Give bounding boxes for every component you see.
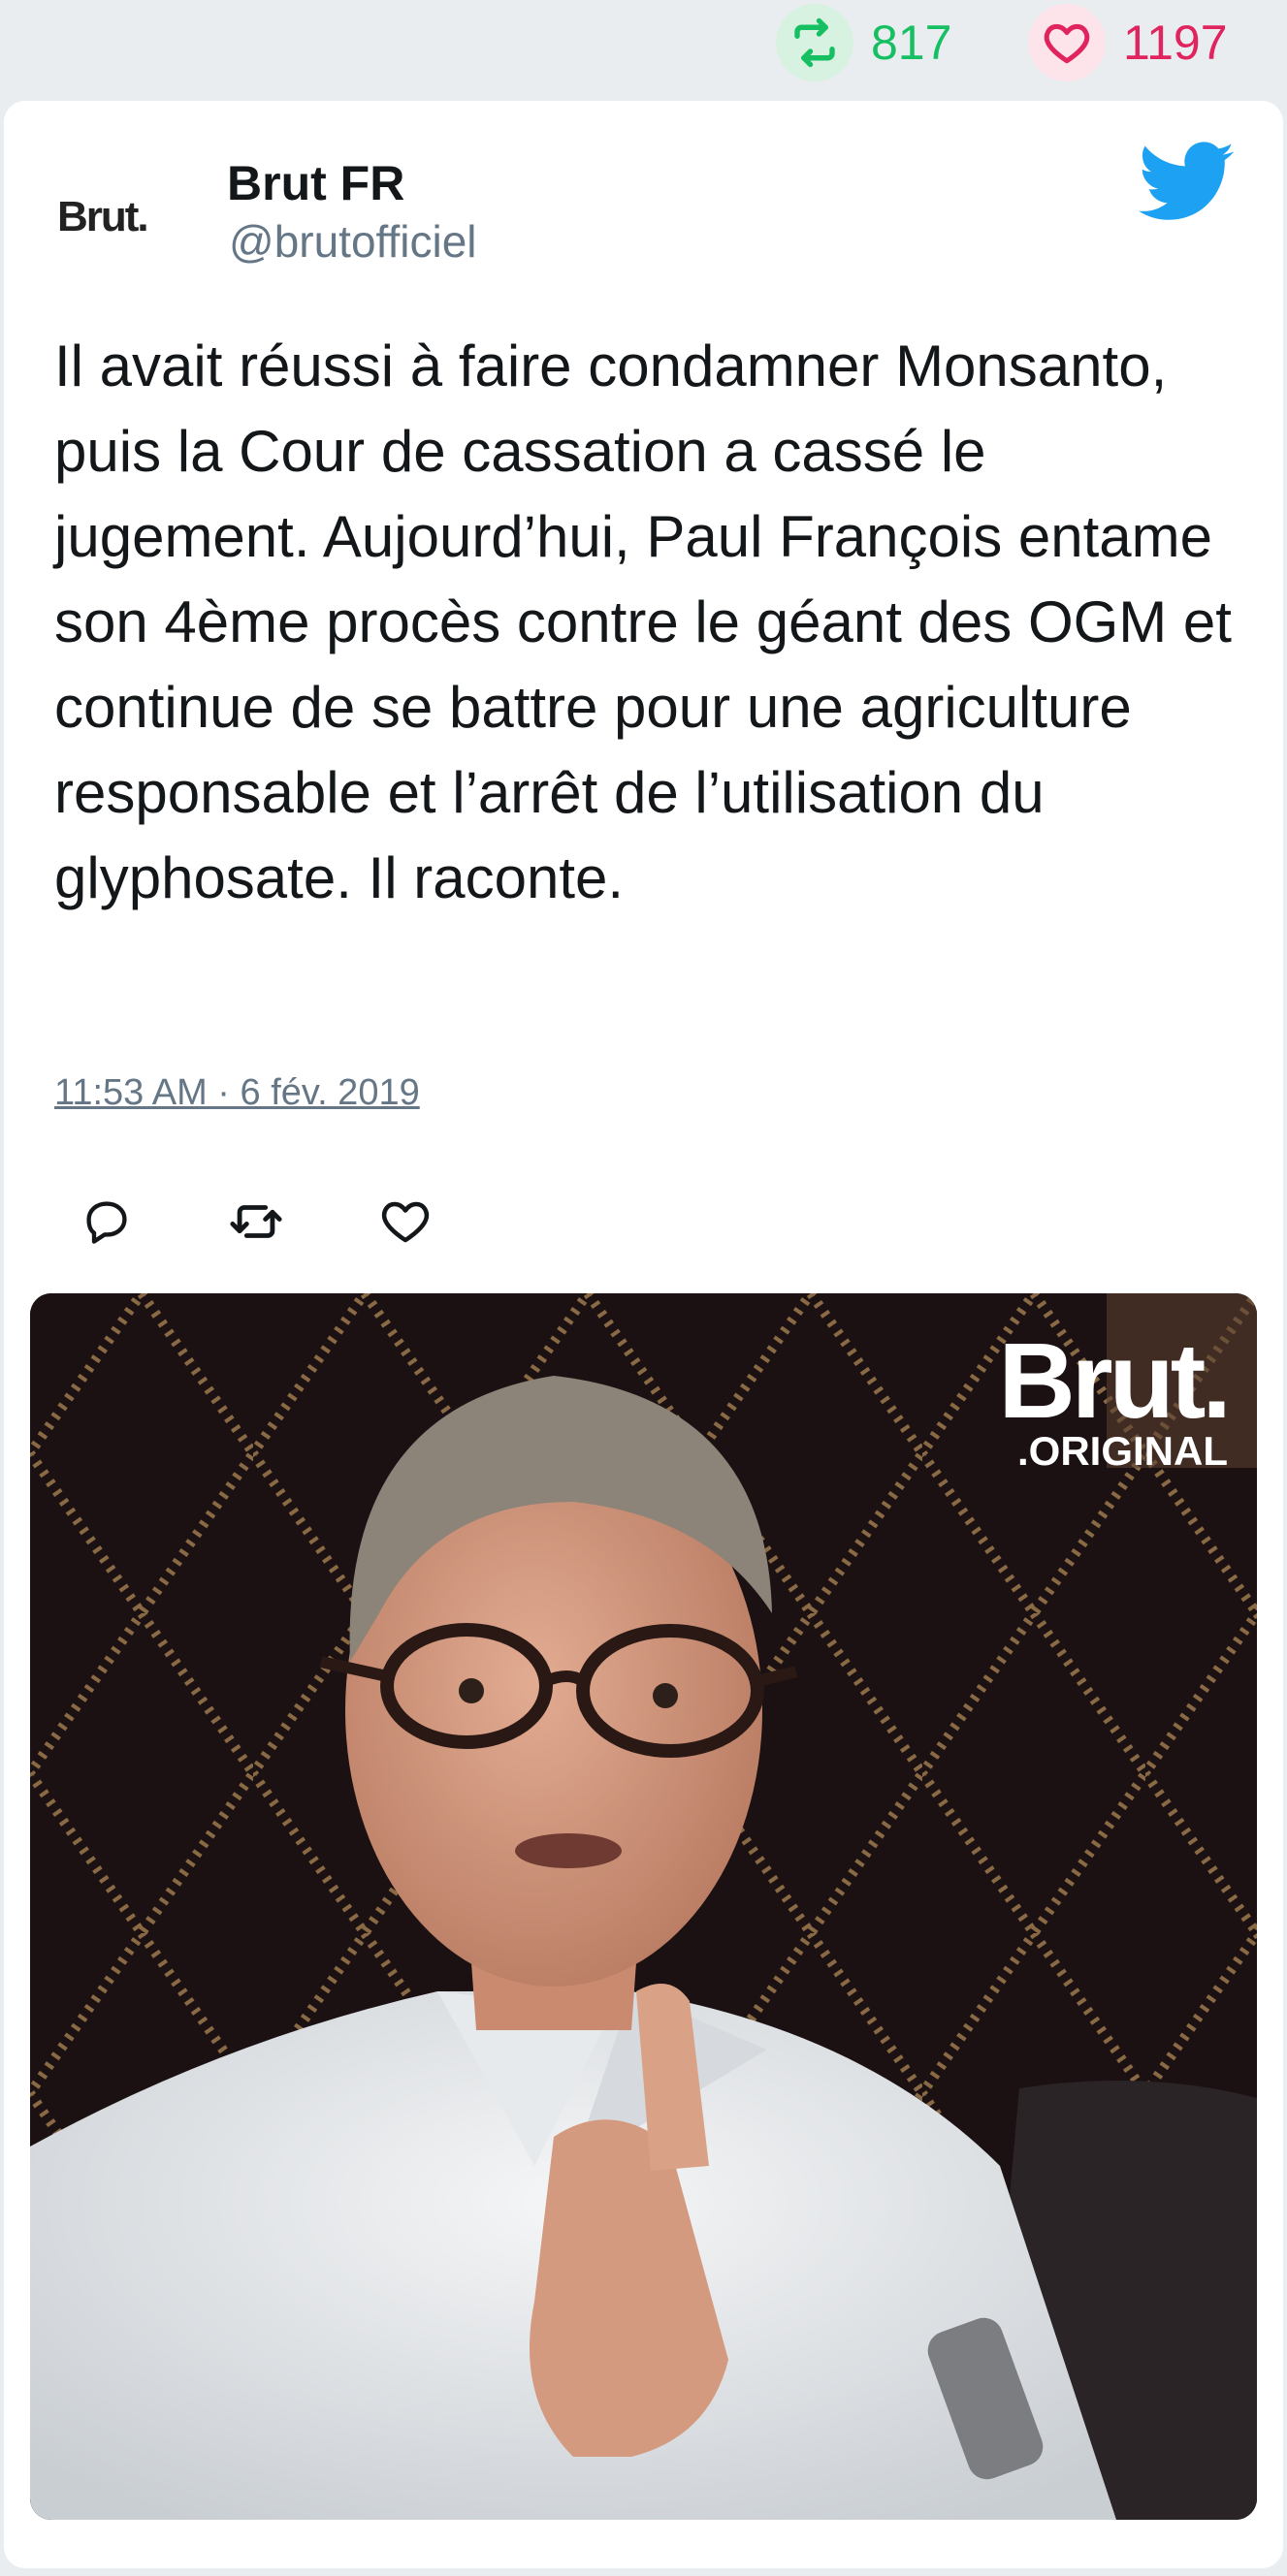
reply-button[interactable] — [72, 1187, 142, 1256]
tweet-timestamp[interactable]: 11:53 AM · 6 fév. 2019 — [54, 1072, 420, 1114]
tweet-card: Brut. Brut FR @brutofficiel Il avait réu… — [4, 101, 1283, 2568]
brut-original-logo: Brut. .ORIGINAL — [998, 1321, 1232, 1474]
heart-icon — [1028, 4, 1106, 81]
twitter-bird-icon[interactable] — [1139, 142, 1236, 223]
like-count: 1197 — [1123, 16, 1228, 70]
user-handle[interactable]: @brutofficiel — [229, 215, 477, 268]
video-frame-illustration — [30, 1293, 1257, 2520]
avatar-logo-text: Brut. — [57, 193, 149, 240]
tweet-stats-bar: 817 1197 — [0, 0, 1287, 97]
tweet-text: Il avait réussi à faire condamner Monsan… — [54, 334, 1232, 910]
reply-icon — [86, 1201, 127, 1244]
retweet-stat[interactable]: 817 — [776, 4, 952, 81]
avatar[interactable]: Brut. — [57, 169, 212, 266]
retweet-icon — [230, 1205, 282, 1238]
retweet-icon — [776, 4, 853, 81]
heart-icon — [381, 1201, 430, 1243]
retweet-button[interactable] — [221, 1187, 291, 1256]
like-button[interactable] — [370, 1187, 440, 1256]
like-stat[interactable]: 1197 — [1028, 4, 1228, 81]
retweet-count: 817 — [871, 16, 952, 70]
tweet-actions — [72, 1187, 520, 1256]
tweet-video-thumbnail[interactable]: Brut. .ORIGINAL — [30, 1293, 1257, 2520]
display-name[interactable]: Brut FR — [227, 155, 404, 211]
